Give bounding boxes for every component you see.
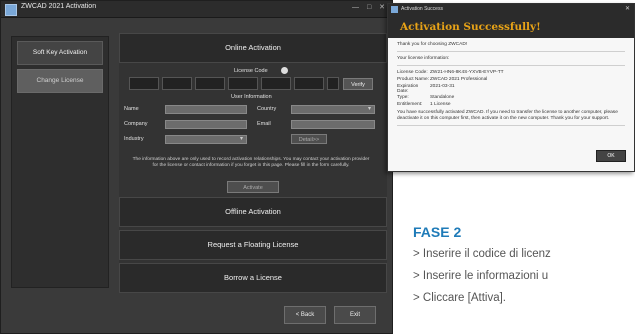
info-row: Entitlement: 1 License [397,102,625,107]
sidebar: Soft Key Activation Change License [11,36,109,288]
activation-description: The information above are only used to r… [132,157,370,168]
info-row: Expiration Date: 2021-03-31 [397,84,625,94]
step-line: > Cliccare [Attiva]. [413,292,506,304]
divider [397,51,625,52]
user-information-label: User Information [231,94,272,100]
dialog-title-bar: Activation Success ✕ [388,4,634,16]
window-title: ZWCAD 2021 Activation [21,3,97,10]
info-value: 1 License [430,102,451,108]
chevron-down-icon: ▾ [367,106,371,112]
dialog-headline: Activation Successfully! [388,16,634,38]
step-line: > Inserire il codice di licenz [413,248,551,260]
info-value: 2021-03-31 [430,83,455,89]
thanks-text: Thank you for choosing ZWCAD! [397,42,468,47]
offline-activation-header[interactable]: Offline Activation [119,197,387,227]
activation-window: ZWCAD 2021 Activation — □ ✕ Soft Key Act… [0,0,393,334]
online-activation-form: License Code Verify User Information Nam… [119,66,387,197]
sidebar-item-soft-key-activation[interactable]: Soft Key Activation [17,41,103,65]
info-key: Type: [397,95,409,101]
info-key: Entitlement: [397,102,423,108]
app-icon [391,6,398,13]
name-input[interactable] [165,105,247,114]
online-activation-header[interactable]: Online Activation [119,33,387,63]
dialog-note: You have successfully activated ZWCAD. I… [397,110,618,121]
dialog-title: Activation Success [401,6,443,12]
name-label: Name [124,106,139,112]
step-line: > Inserire le informazioni u [413,270,549,282]
dialog-body: Thank you for choosing ZWCAD! Your licen… [388,38,634,134]
activation-panel: Online Activation License Code Verify Us… [119,33,387,293]
title-bar: ZWCAD 2021 Activation — □ ✕ [1,1,392,18]
info-value: ZW21-HN6-8K4S-YXVB-EYVP-TT [430,70,504,75]
chevron-down-icon: ▾ [239,136,243,142]
country-select[interactable]: ▾ [291,105,375,114]
info-key: Expiration Date: [397,83,419,94]
info-value: Standalone [430,95,455,101]
license-info-title: Your license information: [397,56,450,61]
info-row: Type: Standalone [397,95,625,100]
divider [397,65,625,66]
divider [397,125,625,127]
license-code-segment-6[interactable] [294,77,324,90]
app-icon [5,4,17,16]
info-row: Product Name: ZWCAD 2021 Professional [397,77,625,82]
activate-button[interactable]: Activate [227,181,279,193]
industry-label: Industry [124,136,144,142]
license-code-segment-2[interactable] [162,77,192,90]
detail-button[interactable]: Detail>> [291,134,327,144]
info-row: License Code: ZW21-HN6-8K4S-YXVB-EYVP-TT [397,70,625,75]
close-icon[interactable]: ✕ [625,5,630,12]
email-label: Email [257,121,271,127]
info-key: License Code: [397,70,428,75]
license-code-segment-5[interactable] [261,77,291,90]
back-button[interactable]: < Back [284,306,326,324]
license-code-segment-7[interactable] [327,77,339,90]
ok-button[interactable]: OK [596,150,626,162]
activation-success-dialog: Activation Success ✕ Activation Successf… [387,3,635,172]
verify-button[interactable]: Verify [343,78,373,90]
license-code-segment-4[interactable] [228,77,258,90]
floating-license-header[interactable]: Request a Floating License [119,230,387,260]
info-value: ZWCAD 2021 Professional [430,76,488,82]
license-code-segment-1[interactable] [129,77,159,90]
help-icon[interactable] [281,67,288,74]
sidebar-item-change-license[interactable]: Change License [17,69,103,93]
company-label: Company [124,121,148,127]
country-label: Country [257,106,277,112]
license-code-label: License Code [234,68,268,74]
exit-button[interactable]: Exit [334,306,376,324]
info-key: Product Name: [397,76,429,82]
email-input[interactable] [291,120,375,129]
company-input[interactable] [165,120,247,129]
phase-heading: FASE 2 [413,224,462,240]
borrow-license-header[interactable]: Borrow a License [119,263,387,293]
window-controls[interactable]: — □ ✕ [352,3,388,11]
industry-select[interactable]: ▾ [165,135,247,144]
license-code-segment-3[interactable] [195,77,225,90]
